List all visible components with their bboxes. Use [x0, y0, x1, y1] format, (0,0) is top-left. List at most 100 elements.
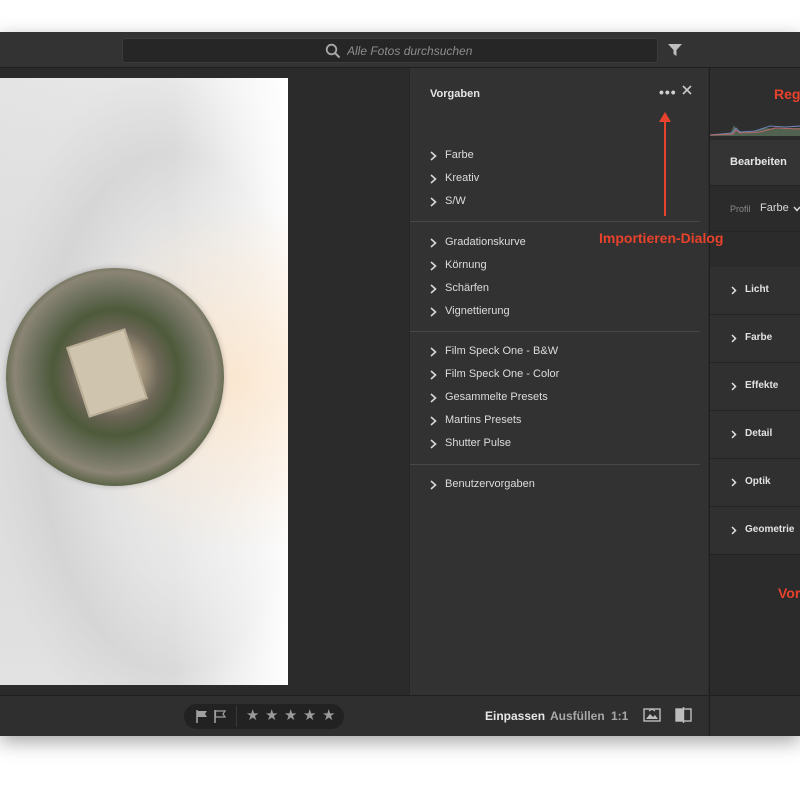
- preset-group-label: Körnung: [445, 259, 487, 271]
- edit-section-label: Detail: [745, 428, 773, 439]
- preset-group-film-speck-color[interactable]: Film Speck One - Color: [430, 367, 680, 383]
- chevron-right-icon: [430, 197, 437, 207]
- divider: [410, 331, 700, 332]
- edit-section-label: Effekte: [745, 380, 779, 391]
- preset-group-label: Kreativ: [445, 172, 480, 184]
- filter-icon[interactable]: [668, 44, 682, 56]
- divider: [410, 464, 700, 465]
- divider: [236, 706, 237, 727]
- zoom-1to1-button[interactable]: 1:1: [611, 709, 628, 723]
- edit-section-label: Farbe: [745, 332, 773, 343]
- edit-section-farbe[interactable]: Farbe: [710, 315, 800, 363]
- preset-group-label: S/W: [445, 195, 466, 207]
- edit-section-label: Optik: [745, 476, 771, 487]
- preset-group-label: Shutter Pulse: [445, 437, 512, 449]
- chevron-right-icon: [731, 382, 737, 391]
- preset-group-label: Film Speck One - B&W: [445, 345, 559, 357]
- chevron-right-icon: [430, 347, 437, 357]
- preset-group-label: Martins Presets: [445, 414, 522, 426]
- chevron-right-icon: [430, 261, 437, 271]
- annotation-right-bottom: Vor: [778, 585, 800, 601]
- preset-group-label: Farbe: [445, 149, 474, 161]
- star-icon[interactable]: ★: [322, 706, 335, 724]
- chevron-right-icon: [430, 480, 437, 490]
- zoom-fill-button[interactable]: Ausfüllen: [550, 709, 605, 723]
- star-icon[interactable]: ★: [303, 706, 316, 724]
- flag-pick-icon[interactable]: [196, 710, 208, 723]
- chevron-right-icon: [731, 430, 737, 439]
- top-bar: [0, 32, 800, 68]
- edit-panel-footer: [710, 695, 800, 736]
- photo-planet: [6, 268, 224, 486]
- divider: [410, 221, 700, 222]
- split-view-icon[interactable]: [675, 707, 692, 723]
- star-icon[interactable]: ★: [265, 706, 278, 724]
- search-icon: [325, 43, 341, 59]
- edit-header: Bearbeiten: [710, 140, 800, 186]
- preset-group-martins-presets[interactable]: Martins Presets: [430, 413, 680, 429]
- preset-group-film-speck-bw[interactable]: Film Speck One - B&W: [430, 344, 680, 360]
- preset-group-label: Benutzervorgaben: [445, 478, 535, 490]
- chevron-down-icon[interactable]: [793, 206, 800, 212]
- preset-group-gesammelte-presets[interactable]: Gesammelte Presets: [430, 390, 680, 406]
- chevron-right-icon: [430, 439, 437, 449]
- chevron-right-icon: [430, 370, 437, 380]
- edit-section-label: Licht: [745, 284, 769, 295]
- histogram: [710, 68, 800, 136]
- preset-group-kreativ[interactable]: Kreativ: [430, 171, 680, 187]
- presets-title: Vorgaben: [430, 88, 480, 100]
- chevron-right-icon: [430, 393, 437, 403]
- zoom-fit-button[interactable]: Einpassen: [485, 709, 545, 723]
- chevron-right-icon: [430, 174, 437, 184]
- preset-group-label: Schärfen: [445, 282, 490, 294]
- annotation-right-top: Reg: [774, 86, 800, 102]
- more-icon[interactable]: •••: [659, 84, 677, 100]
- search-input[interactable]: [347, 43, 627, 59]
- edit-section-geometrie[interactable]: Geometrie: [710, 507, 800, 555]
- preset-group-benutzervorgaben[interactable]: Benutzervorgaben: [430, 477, 680, 493]
- search-box[interactable]: [122, 38, 658, 63]
- bottom-toolbar: ★ ★ ★ ★ ★ Einpassen Ausfüllen 1:1: [0, 695, 708, 736]
- chevron-right-icon: [430, 238, 437, 248]
- preset-group-vignettierung[interactable]: Vignettierung: [430, 304, 680, 320]
- preset-group-label: Gesammelte Presets: [445, 391, 548, 403]
- preset-group-label: Film Speck One - Color: [445, 368, 560, 380]
- lightroom-window: Vorgaben ••• Farbe Kreativ S/W Gradation…: [0, 32, 800, 736]
- edit-section-effekte[interactable]: Effekte: [710, 363, 800, 411]
- preset-group-label: Gradationskurve: [445, 236, 526, 248]
- annotation-arrow-up: [659, 112, 671, 216]
- preset-group-shutter-pulse[interactable]: Shutter Pulse: [430, 436, 680, 452]
- photo-little-planet[interactable]: [0, 78, 288, 685]
- preset-group-schaerfen[interactable]: Schärfen: [430, 281, 680, 297]
- compare-icon[interactable]: [643, 708, 661, 722]
- star-icon[interactable]: ★: [284, 706, 297, 724]
- close-icon[interactable]: [682, 85, 692, 95]
- chevron-right-icon: [430, 151, 437, 161]
- edit-panel: Bearbeiten Profil Farbe Licht Farbe Effe…: [709, 68, 800, 736]
- chevron-right-icon: [430, 307, 437, 317]
- chevron-right-icon: [731, 334, 737, 343]
- preset-group-sw[interactable]: S/W: [430, 194, 680, 210]
- preset-group-farbe[interactable]: Farbe: [430, 148, 680, 164]
- chevron-right-icon: [731, 478, 737, 487]
- photo-view[interactable]: [0, 68, 409, 695]
- chevron-right-icon: [731, 286, 737, 295]
- chevron-right-icon: [430, 284, 437, 294]
- edit-section-licht[interactable]: Licht: [710, 267, 800, 315]
- rating-flag-group: ★ ★ ★ ★ ★: [184, 704, 344, 729]
- profile-label: Profil: [730, 204, 751, 214]
- edit-section-detail[interactable]: Detail: [710, 411, 800, 459]
- chevron-right-icon: [430, 416, 437, 426]
- star-icon[interactable]: ★: [246, 706, 259, 724]
- edit-title: Bearbeiten: [730, 156, 787, 168]
- chevron-right-icon: [731, 526, 737, 535]
- profile-value[interactable]: Farbe: [760, 202, 789, 214]
- edit-section-label: Geometrie: [745, 524, 795, 535]
- flag-reject-icon[interactable]: [214, 710, 226, 723]
- annotation-import-dialog: Importieren-Dialog: [599, 230, 724, 246]
- photo-planet-center: [66, 328, 148, 418]
- edit-section-optik[interactable]: Optik: [710, 459, 800, 507]
- preset-group-koernung[interactable]: Körnung: [430, 258, 680, 274]
- profile-selector[interactable]: Profil Farbe: [710, 188, 800, 232]
- preset-group-label: Vignettierung: [445, 305, 510, 317]
